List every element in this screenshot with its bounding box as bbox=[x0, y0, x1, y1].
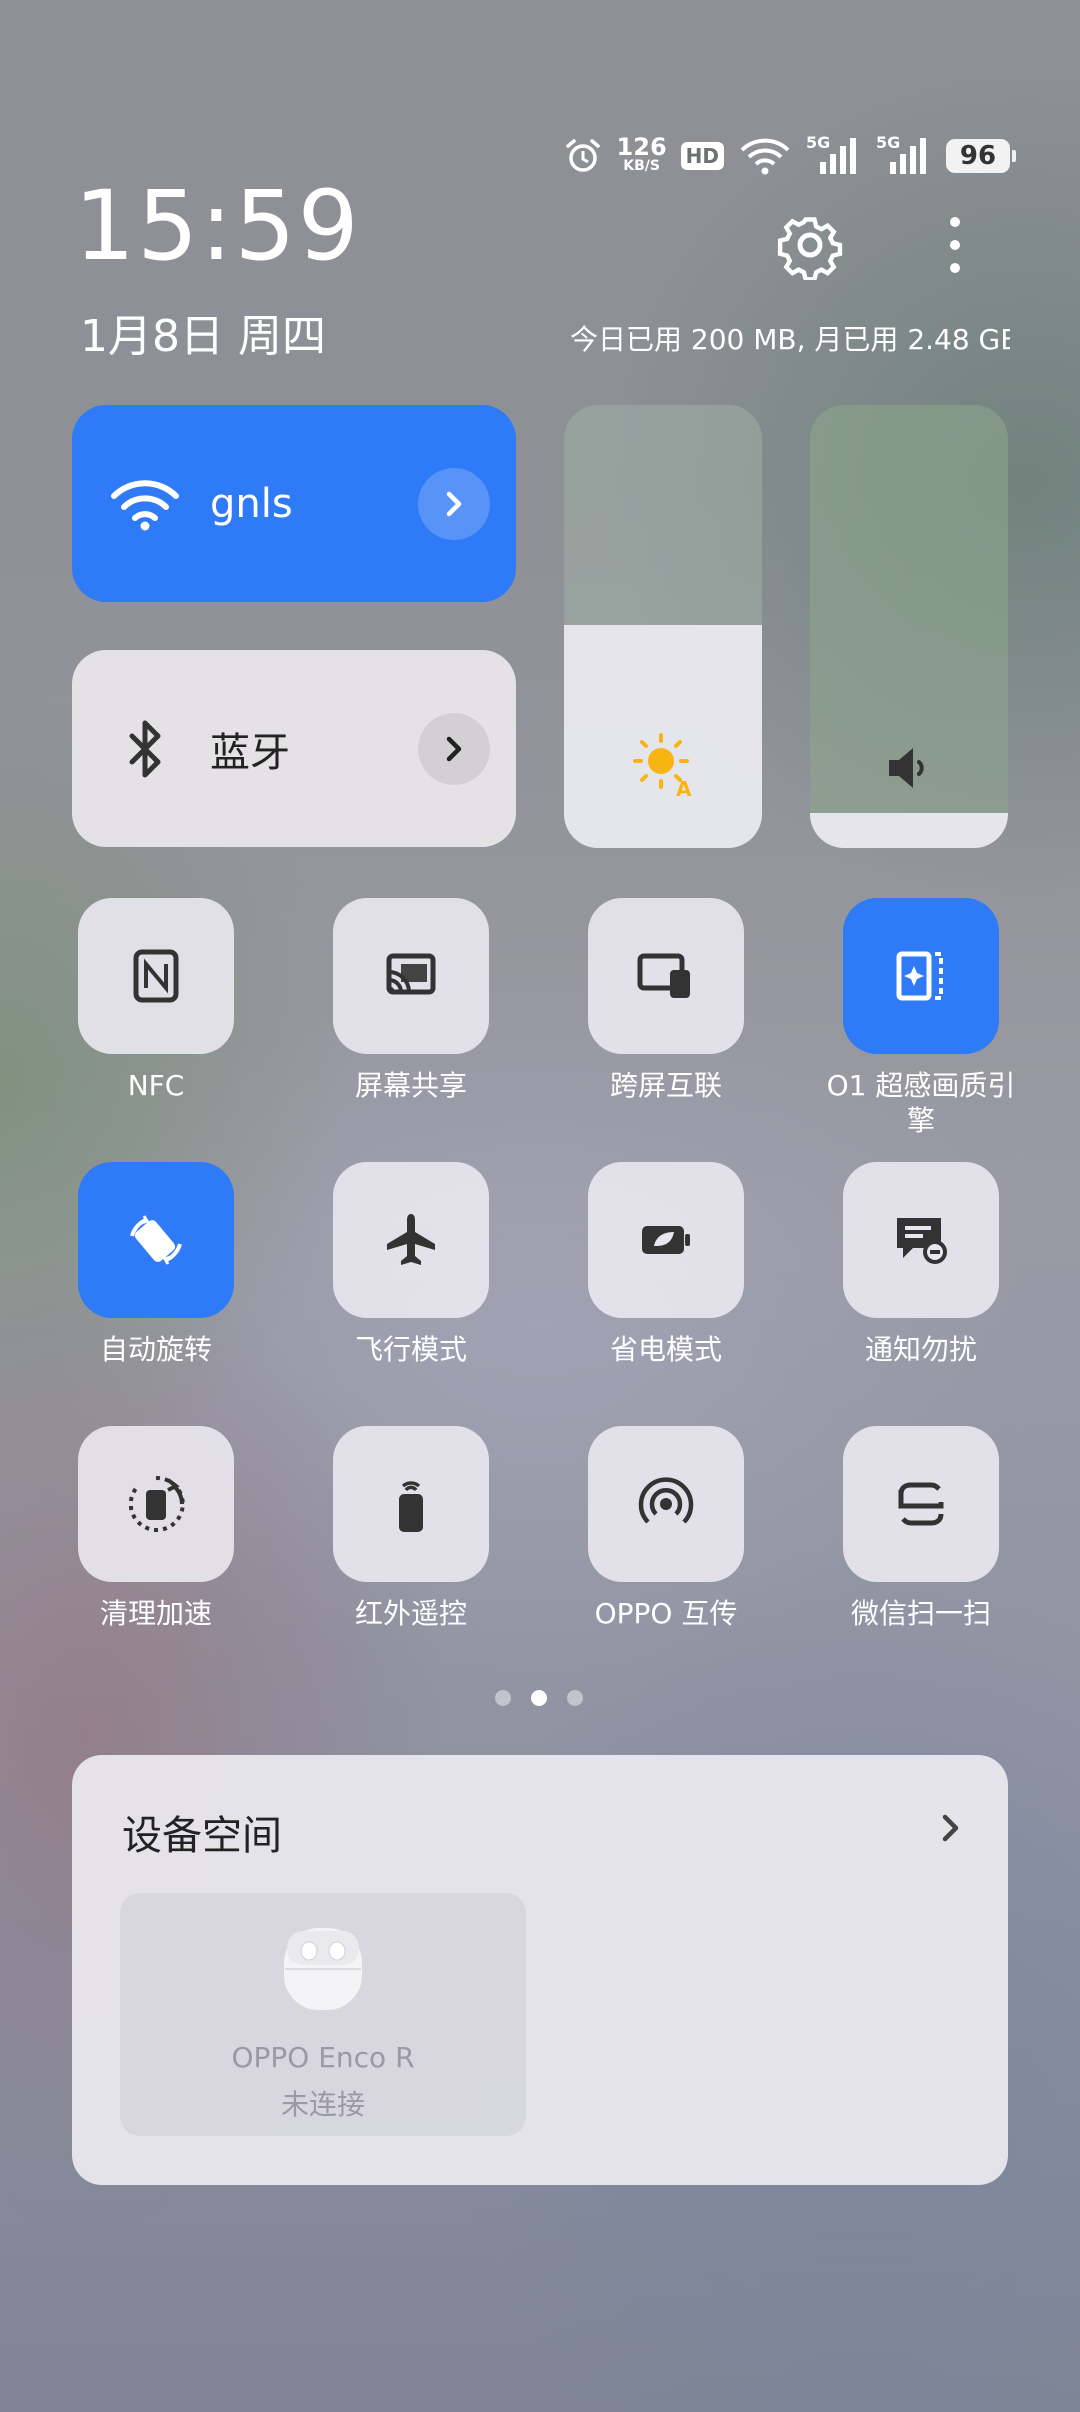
tile-label: 跨屏互联 bbox=[609, 1069, 722, 1102]
device-name: OPPO Enco R bbox=[231, 2041, 415, 2074]
network-speed: 126 KB/S bbox=[616, 133, 667, 174]
display-engine-icon bbox=[896, 951, 943, 1001]
tile-label: OPPO 互传 bbox=[594, 1597, 738, 1630]
wifi-details-button[interactable] bbox=[418, 467, 490, 540]
device-space-card[interactable]: 设备空间 OPPO Enco R 未连接 bbox=[72, 1755, 1008, 2185]
bluetooth-icon bbox=[129, 720, 161, 777]
scan-icon bbox=[898, 1482, 944, 1526]
tile-multi-screen[interactable] bbox=[588, 898, 744, 1054]
signal-icon: 5G bbox=[876, 133, 932, 177]
battery-icon: 96 bbox=[946, 135, 1016, 177]
volume-slider[interactable] bbox=[810, 405, 1008, 848]
tile-label: 通知勿扰 bbox=[864, 1333, 977, 1366]
tile-label: 省电模式 bbox=[609, 1333, 722, 1366]
cleanup-icon bbox=[128, 1475, 185, 1532]
chevron-right-icon bbox=[942, 1814, 959, 1842]
gear-icon bbox=[777, 217, 843, 282]
brightness-slider[interactable]: A bbox=[564, 405, 762, 848]
settings-button[interactable] bbox=[775, 210, 845, 282]
tile-label: 微信扫一扫 bbox=[850, 1597, 991, 1630]
tile-label: 清理加速 bbox=[99, 1597, 212, 1630]
wifi-icon bbox=[738, 135, 792, 177]
tile-label: 自动旋转 bbox=[99, 1333, 212, 1366]
tile-display-engine[interactable] bbox=[843, 898, 999, 1054]
speaker-icon bbox=[889, 748, 924, 788]
clock: 15:59 bbox=[74, 170, 361, 282]
tile-label: O1 超感画质引擎 bbox=[826, 1069, 1016, 1137]
wifi-network-name: gnls bbox=[210, 480, 293, 527]
alarm-icon bbox=[563, 135, 603, 177]
tile-label: 飞行模式 bbox=[354, 1333, 467, 1366]
device-item[interactable]: OPPO Enco R 未连接 bbox=[120, 1893, 526, 2136]
signal-icon: 5G bbox=[806, 133, 862, 177]
airplane-icon bbox=[387, 1214, 435, 1265]
bluetooth-tile[interactable]: 蓝牙 bbox=[72, 650, 516, 847]
data-usage-text: 今日已用 200 MB, 月已用 2.48 GB bbox=[570, 323, 1010, 356]
do-not-disturb-icon bbox=[897, 1218, 947, 1264]
wifi-icon bbox=[111, 479, 179, 530]
chevron-right-icon bbox=[446, 491, 462, 516]
remote-icon bbox=[399, 1481, 423, 1532]
svg-text:A: A bbox=[676, 777, 692, 798]
share-icon bbox=[638, 1477, 694, 1524]
device-status: 未连接 bbox=[280, 2088, 365, 2121]
earbuds-case-icon bbox=[275, 1917, 371, 2017]
date: 1月8日 周四 bbox=[80, 311, 326, 362]
more-vertical-icon bbox=[950, 217, 960, 273]
page-dot[interactable] bbox=[567, 1690, 583, 1706]
tile-nfc[interactable] bbox=[78, 898, 234, 1054]
device-space-open-button[interactable] bbox=[932, 1803, 972, 1853]
auto-brightness-icon: A bbox=[633, 733, 692, 798]
page-dot[interactable] bbox=[531, 1690, 547, 1706]
volume-fill bbox=[810, 812, 1008, 848]
tile-share[interactable] bbox=[588, 1426, 744, 1582]
tile-remote[interactable] bbox=[333, 1426, 489, 1582]
nfc-icon bbox=[133, 949, 179, 1003]
page-dot[interactable] bbox=[495, 1690, 511, 1706]
tile-cleanup[interactable] bbox=[78, 1426, 234, 1582]
tile-label: 红外遥控 bbox=[354, 1597, 467, 1630]
tile-airplane[interactable] bbox=[333, 1162, 489, 1318]
tile-cast[interactable] bbox=[333, 898, 489, 1054]
tile-label: 屏幕共享 bbox=[354, 1069, 467, 1102]
bluetooth-label: 蓝牙 bbox=[210, 729, 290, 776]
bluetooth-details-button[interactable] bbox=[418, 712, 490, 785]
status-bar: 126 KB/S HD 5G 5G 96 bbox=[560, 132, 1016, 180]
more-options-button[interactable] bbox=[935, 210, 975, 280]
multi-screen-icon bbox=[637, 953, 690, 998]
auto-rotate-icon bbox=[130, 1215, 182, 1265]
device-space-title: 设备空间 bbox=[122, 1813, 282, 1859]
tile-battery-saver[interactable] bbox=[588, 1162, 744, 1318]
chevron-right-icon bbox=[446, 736, 462, 761]
tile-auto-rotate[interactable] bbox=[78, 1162, 234, 1318]
cast-icon bbox=[386, 953, 436, 995]
hd-icon: HD bbox=[680, 135, 724, 177]
tile-do-not-disturb[interactable] bbox=[843, 1162, 999, 1318]
tile-scan[interactable] bbox=[843, 1426, 999, 1582]
tile-label: NFC bbox=[127, 1069, 185, 1102]
battery-saver-icon bbox=[642, 1226, 690, 1254]
wifi-tile[interactable]: gnls bbox=[72, 405, 516, 602]
